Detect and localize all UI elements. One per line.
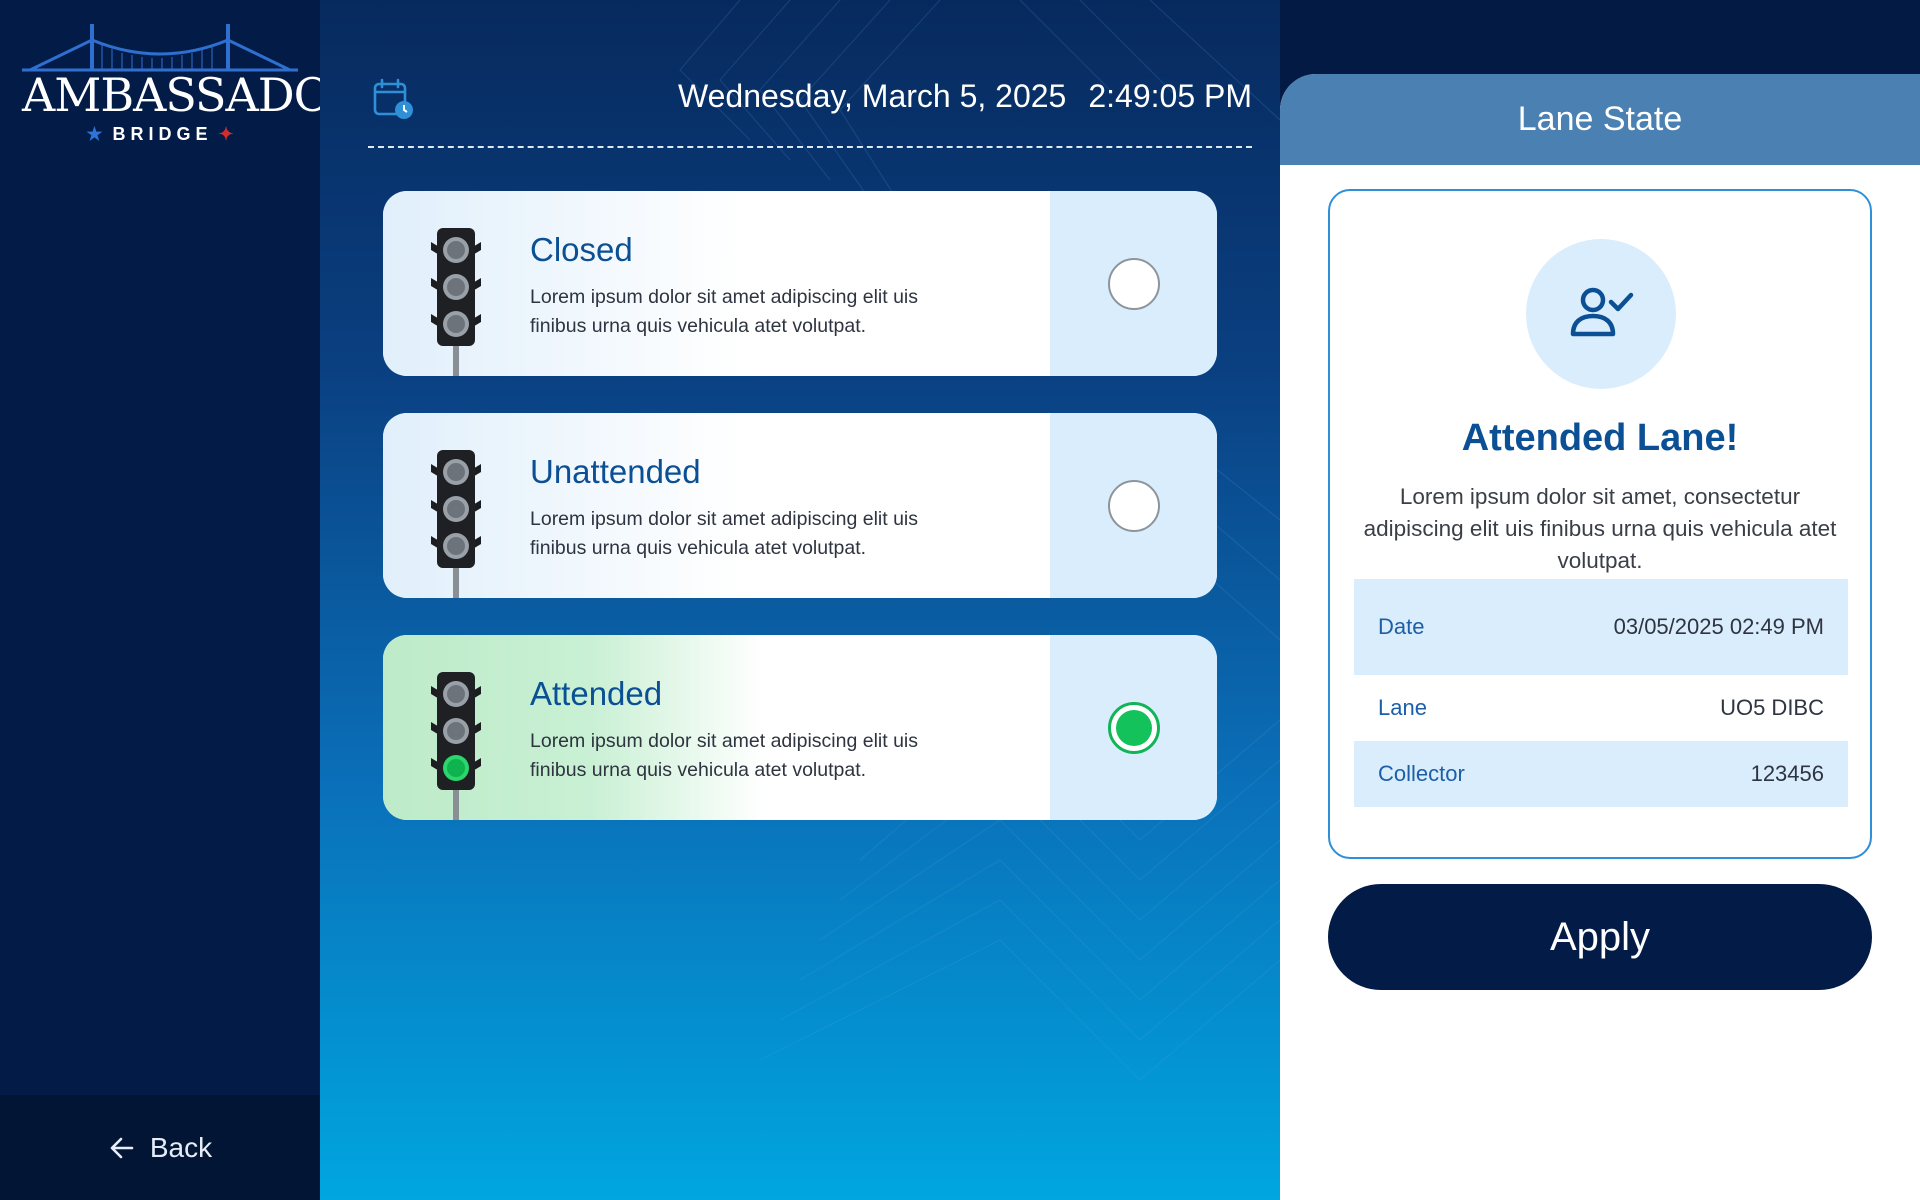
radio-zone [1050, 635, 1217, 820]
info-label: Lane [1378, 695, 1427, 720]
info-row-date: Date 03/05/2025 02:49 PM [1354, 579, 1848, 675]
info-label: Date [1378, 614, 1425, 639]
info-row-lane: Lane UO5 DIBC [1354, 675, 1848, 741]
lane-option-unattended[interactable]: Unattended Lorem ipsum dolor sit amet ad… [383, 413, 1217, 598]
lane-state-panel: Lane State Attended Lane! Lorem ipsum do… [1280, 74, 1920, 1200]
main-area: Wednesday, March 5, 2025 2:49:05 PM Close… [320, 0, 1280, 1200]
datetime-display: Wednesday, March 5, 2025 2:49:05 PM [678, 78, 1252, 115]
option-description: Lorem ipsum dolor sit amet adipiscing el… [530, 286, 919, 337]
info-value: 03/05/2025 02:49 PM [1613, 614, 1824, 639]
back-label: Back [149, 1131, 213, 1163]
sidebar: AMBASSADOR ★ BRIDGE ✦ Back [0, 0, 365, 1200]
apply-button[interactable]: Apply [1328, 884, 1872, 990]
info-value: 123456 [1750, 761, 1824, 786]
logo-wordmark: AMBASSADOR [22, 68, 365, 122]
state-description: Lorem ipsum dolor sit amet, consectetur … [1363, 484, 1837, 573]
radio-unattended[interactable] [1107, 479, 1160, 532]
maple-leaf-icon: ✦ [218, 124, 234, 144]
lane-option-attended[interactable]: Attended Lorem ipsum dolor sit amet adip… [383, 635, 1217, 820]
radio-attended-selected[interactable] [1107, 701, 1160, 754]
background-pattern [679, 0, 1280, 1081]
option-title: Closed [530, 231, 633, 268]
option-title: Attended [530, 675, 663, 712]
calendar-clock-icon [373, 78, 413, 119]
state-title: Attended Lane! [1461, 417, 1739, 459]
lane-option-closed[interactable]: Closed Lorem ipsum dolor sit amet adipis… [383, 191, 1217, 376]
panel-title: Lane State [1280, 74, 1920, 165]
radio-zone [1050, 413, 1217, 598]
option-title: Unattended [530, 453, 701, 490]
radio-closed[interactable] [1107, 257, 1160, 310]
current-date: Wednesday, March 5, 2025 [677, 78, 1067, 114]
back-button[interactable]: Back [0, 1095, 320, 1200]
date-header: Wednesday, March 5, 2025 2:49:05 PM [368, 70, 1252, 148]
option-description: Lorem ipsum dolor sit amet adipiscing el… [530, 508, 919, 559]
user-check-icon [1526, 239, 1676, 389]
traffic-light-icon [431, 228, 481, 376]
option-description: Lorem ipsum dolor sit amet adipiscing el… [530, 730, 919, 781]
info-label: Collector [1378, 761, 1465, 786]
logo-subtitle: ★ BRIDGE ✦ [86, 124, 234, 144]
traffic-light-icon [431, 450, 481, 598]
traffic-light-green-icon [431, 672, 481, 820]
info-row-collector: Collector 123456 [1354, 741, 1848, 807]
current-time: 2:49:05 PM [1088, 78, 1252, 114]
ambassador-bridge-logo: AMBASSADOR ★ BRIDGE ✦ [22, 20, 365, 150]
arrow-left-icon [110, 1137, 134, 1158]
radio-zone [1050, 191, 1217, 376]
info-value: UO5 DIBC [1720, 695, 1824, 720]
star-icon: ★ [86, 124, 103, 144]
state-summary-card: Attended Lane! Lorem ipsum dolor sit ame… [1328, 189, 1872, 859]
